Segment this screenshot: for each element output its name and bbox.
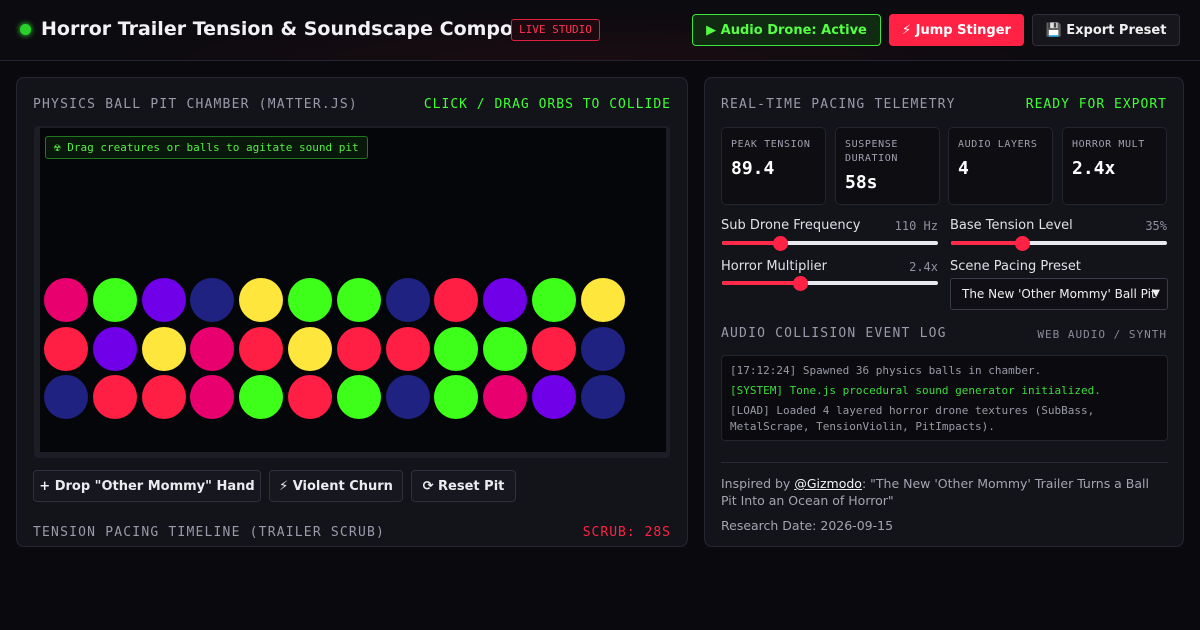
stat-value: 89.4 (731, 158, 775, 179)
log-line: [SYSTEM] Tone.js procedural sound genera… (730, 384, 1101, 397)
divider (721, 462, 1168, 463)
stat-peak-tension: PEAK TENSION 89.4 (721, 127, 826, 205)
scene-preset-selected-value: The New 'Other Mommy' Ball Pit (962, 287, 1156, 301)
ball-pit-orb[interactable] (336, 375, 381, 419)
timeline-title: TENSION PACING TIMELINE (TRAILER SCRUB) (33, 525, 386, 540)
ball-pit-orb[interactable] (434, 327, 479, 371)
stat-value: 4 (958, 158, 969, 179)
ball-pit-orb[interactable] (532, 278, 576, 322)
reset-pit-button[interactable]: ⟳ Reset Pit (411, 470, 516, 502)
sub-drone-value: 110 Hz (894, 219, 938, 233)
app-header: Horror Trailer Tension & Soundscape Comp… (0, 0, 1200, 61)
ball-pit-orb[interactable] (44, 278, 88, 322)
ball-pit-orb[interactable] (190, 375, 235, 419)
stat-label: AUDIO LAYERS (958, 139, 1038, 150)
horror-multiplier-label: Horror Multiplier (721, 259, 827, 274)
ball-pit-orb[interactable] (92, 278, 137, 322)
stat-label: HORROR MULT (1072, 139, 1145, 150)
ball-pit-orb[interactable] (141, 375, 186, 419)
ball-pit-panel: PHYSICS BALL PIT CHAMBER (MATTER.JS) CLI… (16, 77, 688, 547)
horror-multiplier-value: 2.4x (909, 260, 938, 274)
ball-pit-orb[interactable] (580, 327, 625, 371)
scene-pacing-preset-label: Scene Pacing Preset (950, 259, 1081, 274)
jump-stinger-button[interactable]: ⚡ Jump Stinger (889, 14, 1024, 46)
ball-pit-orb[interactable] (385, 278, 430, 322)
sub-drone-slider[interactable] (722, 236, 938, 251)
chevron-down-icon: ▼ (1152, 288, 1160, 299)
stat-horror-mult: HORROR MULT 2.4x (1062, 127, 1167, 205)
ball-pit-orb[interactable] (141, 278, 186, 322)
audio-event-log[interactable]: [17:12:24] Spawned 36 physics balls in c… (721, 355, 1168, 441)
ball-pit-orb[interactable] (434, 375, 479, 419)
credit-text: Inspired by @Gizmodo: "The New 'Other Mo… (721, 475, 1168, 509)
slider-thumb[interactable] (1015, 236, 1031, 251)
ball-pit-orb[interactable] (190, 278, 235, 322)
research-date: Research Date: 2026-09-15 (721, 518, 894, 533)
live-studio-badge: LIVE STUDIO (511, 19, 600, 41)
base-tension-label: Base Tension Level (950, 218, 1073, 233)
stat-label: PEAK TENSION (731, 139, 811, 150)
log-line: [17:12:24] Spawned 36 physics balls in c… (730, 364, 1042, 377)
ball-pit-orb[interactable] (580, 278, 625, 322)
audio-log-tag: WEB AUDIO / SYNTH (1037, 328, 1167, 341)
audio-log-title: AUDIO COLLISION EVENT LOG (721, 326, 947, 341)
ball-pit-orb[interactable] (532, 327, 576, 371)
ball-pit-orb[interactable] (239, 327, 284, 371)
stat-label: SUSPENSE DURATION (845, 139, 898, 164)
ball-pit-orb[interactable] (483, 375, 528, 419)
live-status-dot (20, 24, 31, 35)
telemetry-title: REAL-TIME PACING TELEMETRY (721, 97, 956, 112)
stat-value: 2.4x (1072, 158, 1116, 179)
base-tension-value: 35% (1145, 219, 1167, 233)
ball-pit-orb[interactable] (532, 375, 576, 419)
ball-pit-orb[interactable] (288, 327, 332, 371)
stat-suspense-duration: SUSPENSE DURATION 58s (835, 127, 940, 205)
ball-pit-orb[interactable] (288, 278, 332, 322)
ball-pit-orb[interactable] (44, 375, 88, 419)
gizmodo-link[interactable]: @Gizmodo (794, 476, 862, 491)
ball-pit-orb[interactable] (483, 278, 528, 322)
telemetry-panel: REAL-TIME PACING TELEMETRY READY FOR EXP… (704, 77, 1184, 547)
ball-pit-frame: ☢ Drag creatures or balls to agitate sou… (34, 126, 670, 458)
export-status: READY FOR EXPORT (1025, 97, 1167, 112)
slider-thumb[interactable] (773, 236, 789, 251)
export-preset-button[interactable]: 💾 Export Preset (1032, 14, 1180, 46)
ball-pit-orb[interactable] (92, 327, 137, 371)
ball-pit-orb[interactable] (239, 278, 284, 322)
base-tension-slider[interactable] (951, 236, 1167, 251)
ball-pit-orb[interactable] (190, 327, 235, 371)
ball-pit-orb[interactable] (580, 375, 625, 419)
ball-pit-orb[interactable] (385, 327, 430, 371)
ball-pit-orb[interactable] (336, 327, 381, 371)
ball-pit-orb[interactable] (44, 327, 88, 371)
horror-multiplier-slider[interactable] (722, 276, 938, 291)
drop-other-mommy-hand-button[interactable]: + Drop "Other Mommy" Hand (33, 470, 261, 502)
ball-pit-orb[interactable] (141, 327, 186, 371)
ball-pit-orb[interactable] (288, 375, 332, 419)
app-title: Horror Trailer Tension & Soundscape Comp… (41, 18, 547, 40)
scrub-position: SCRUB: 28S (582, 525, 671, 540)
ball-pit-orb[interactable] (92, 375, 137, 419)
stat-audio-layers: AUDIO LAYERS 4 (948, 127, 1053, 205)
ball-pit-orb[interactable] (336, 278, 381, 322)
log-line: [LOAD] Loaded 4 layered horror drone tex… (730, 404, 1095, 433)
ball-pit-hint: CLICK / DRAG ORBS TO COLLIDE (423, 97, 671, 112)
credit-prefix: Inspired by (721, 476, 795, 491)
scene-pacing-preset-select[interactable]: The New 'Other Mommy' Ball Pit ▼ (950, 278, 1168, 310)
pit-instruction-tag: ☢ Drag creatures or balls to agitate sou… (45, 136, 368, 159)
ball-pit-orb[interactable] (239, 375, 284, 419)
ball-pit-orb[interactable] (385, 375, 430, 419)
audio-drone-toggle-button[interactable]: ▶ Audio Drone: Active (692, 14, 881, 46)
stat-value: 58s (845, 172, 878, 193)
ball-pit-title: PHYSICS BALL PIT CHAMBER (MATTER.JS) (33, 97, 358, 112)
slider-thumb[interactable] (792, 276, 808, 291)
violent-churn-button[interactable]: ⚡ Violent Churn (269, 470, 403, 502)
ball-pit-canvas[interactable]: ☢ Drag creatures or balls to agitate sou… (40, 128, 666, 452)
ball-pit-orb[interactable] (483, 327, 528, 371)
ball-pit-orb[interactable] (434, 278, 479, 322)
sub-drone-label: Sub Drone Frequency (721, 218, 861, 233)
